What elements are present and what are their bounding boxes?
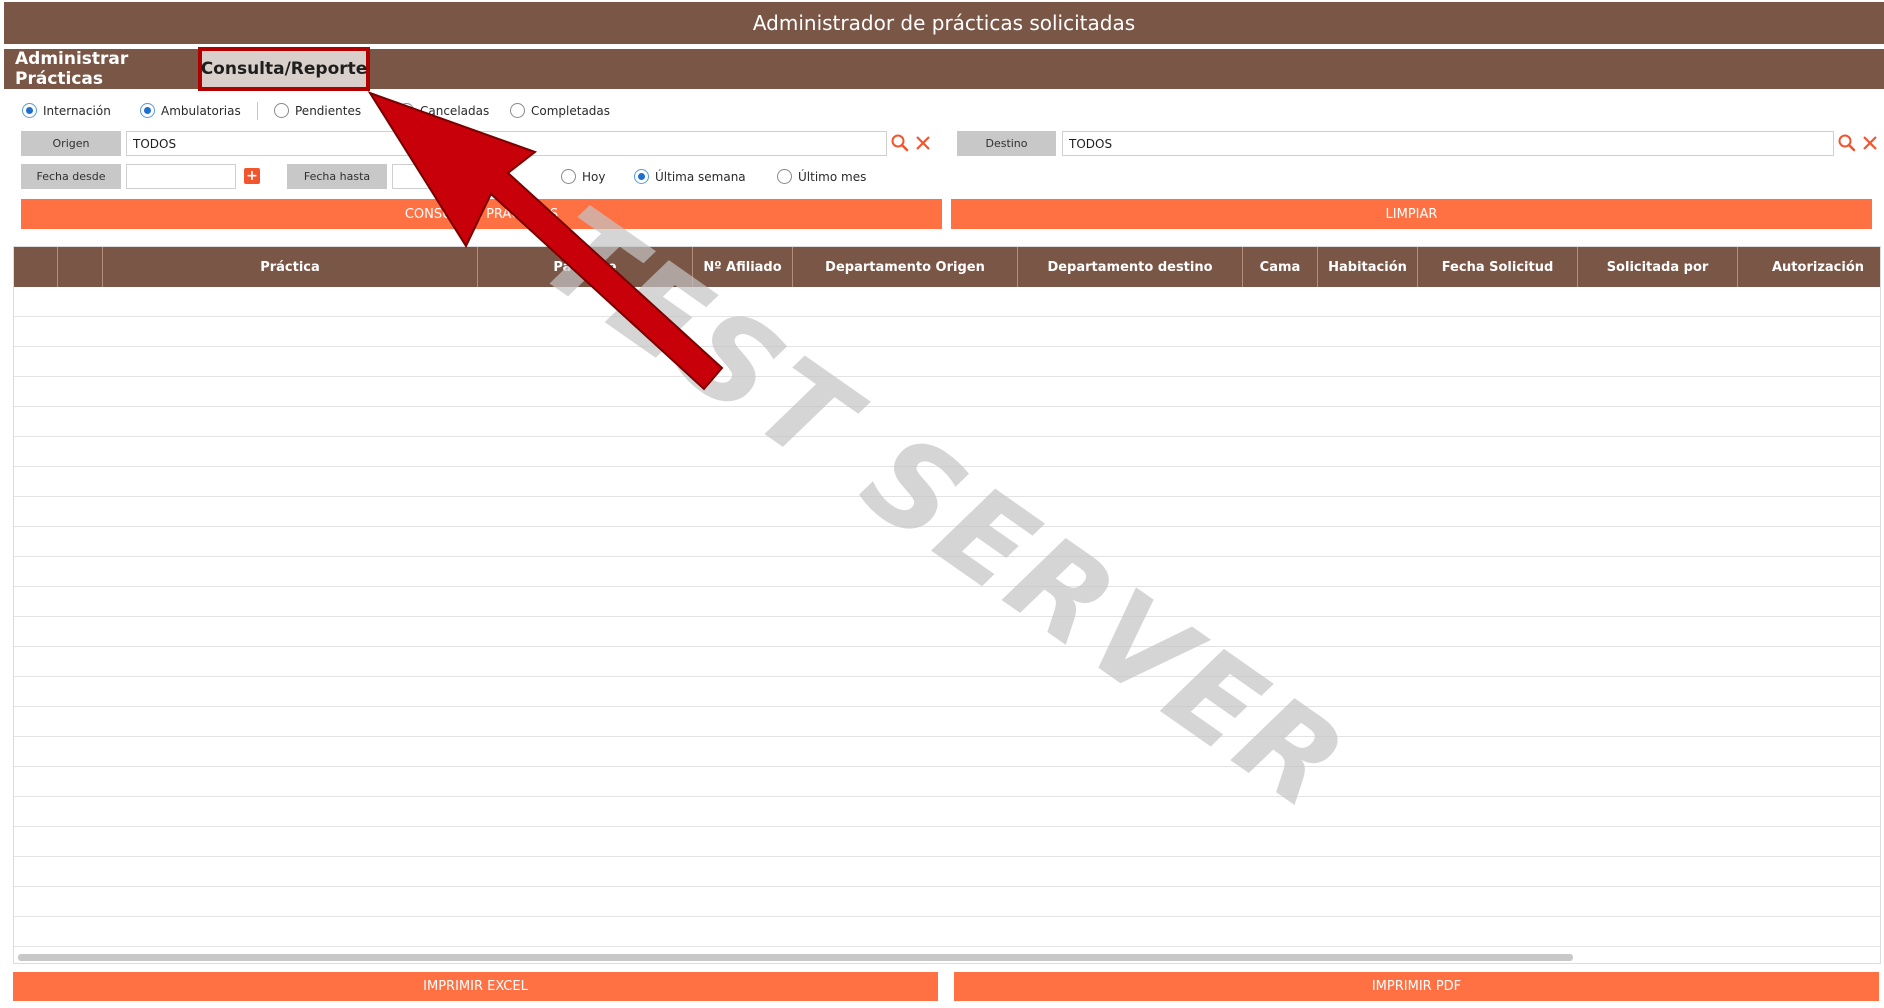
column-header-habitacion[interactable]: Habitación	[1318, 247, 1418, 287]
destino-clear-icon[interactable]	[1861, 134, 1879, 152]
column-header-autorizacion[interactable]: Autorización	[1738, 247, 1880, 287]
table-row[interactable]	[14, 707, 1880, 737]
table-row[interactable]	[14, 287, 1880, 317]
fecha-desde-label: Fecha desde	[21, 164, 121, 189]
column-header-blank-1[interactable]	[14, 247, 58, 287]
table-row[interactable]	[14, 797, 1880, 827]
tab-consulta-reporte[interactable]: Consulta/Reporte	[198, 47, 370, 91]
radio-indicator	[399, 103, 414, 118]
table-row[interactable]	[14, 467, 1880, 497]
column-header-departamento-origen[interactable]: Departamento Origen	[793, 247, 1018, 287]
origen-clear-icon[interactable]	[914, 134, 932, 152]
fecha-desde-field[interactable]	[126, 164, 236, 189]
radio-hoy[interactable]: Hoy	[561, 169, 605, 184]
destino-search-icon[interactable]	[1837, 133, 1857, 153]
table-row[interactable]	[14, 347, 1880, 377]
radio-label: Hoy	[582, 169, 606, 184]
table-row[interactable]	[14, 317, 1880, 347]
radio-internacion[interactable]: Internación	[22, 103, 111, 118]
divider	[257, 102, 258, 120]
origen-field[interactable]: TODOS	[126, 131, 887, 156]
destino-field[interactable]: TODOS	[1062, 131, 1834, 156]
origen-label: Origen	[21, 131, 121, 156]
column-header-blank-2[interactable]	[58, 247, 103, 287]
page-title: Administrador de prácticas solicitadas	[4, 2, 1884, 44]
table-row[interactable]	[14, 767, 1880, 797]
table-row[interactable]	[14, 587, 1880, 617]
radio-indicator	[510, 103, 525, 118]
practicas-table: Práctica Paciente Nº Afiliado Departamen…	[13, 246, 1881, 964]
radio-completadas[interactable]: Completadas	[510, 103, 610, 118]
table-row[interactable]	[14, 617, 1880, 647]
radio-label: Internación	[43, 103, 111, 118]
app-window: Administrador de prácticas solicitadas A…	[0, 0, 1884, 1008]
table-row[interactable]	[14, 647, 1880, 677]
imprimir-pdf-button[interactable]: IMPRIMIR PDF	[954, 972, 1879, 1001]
radio-canceladas[interactable]: Canceladas	[399, 103, 489, 118]
radio-pendientes[interactable]: Pendientes	[274, 103, 361, 118]
table-header: Práctica Paciente Nº Afiliado Departamen…	[14, 247, 1880, 287]
table-row[interactable]	[14, 497, 1880, 527]
table-row[interactable]	[14, 527, 1880, 557]
radio-ultimo-mes[interactable]: Último mes	[777, 169, 866, 184]
column-header-paciente[interactable]: Paciente	[478, 247, 693, 287]
radio-label: Última semana	[655, 169, 746, 184]
tab-administrar-practicas[interactable]: Administrar Prácticas	[4, 49, 196, 89]
column-header-fecha-solicitud[interactable]: Fecha Solicitud	[1418, 247, 1578, 287]
table-row[interactable]	[14, 407, 1880, 437]
filter-panel: Internación Ambulatorias Pendientes Canc…	[12, 96, 1884, 238]
table-row[interactable]	[14, 887, 1880, 917]
horizontal-scrollbar[interactable]	[18, 954, 1573, 961]
table-row[interactable]	[14, 857, 1880, 887]
table-row[interactable]	[14, 377, 1880, 407]
radio-indicator	[140, 103, 155, 118]
destino-label: Destino	[957, 131, 1056, 156]
radio-ambulatorias[interactable]: Ambulatorias	[140, 103, 241, 118]
table-row[interactable]	[14, 917, 1880, 947]
column-header-cama[interactable]: Cama	[1243, 247, 1318, 287]
radio-label: Ambulatorias	[161, 103, 241, 118]
radio-label: Canceladas	[420, 103, 490, 118]
table-row[interactable]	[14, 827, 1880, 857]
table-body	[14, 287, 1880, 947]
imprimir-excel-button[interactable]: IMPRIMIR EXCEL	[13, 972, 938, 1001]
column-header-departamento-destino[interactable]: Departamento destino	[1018, 247, 1243, 287]
radio-indicator	[777, 169, 792, 184]
limpiar-button[interactable]: LIMPIAR	[951, 199, 1872, 229]
table-row[interactable]	[14, 677, 1880, 707]
table-row[interactable]	[14, 437, 1880, 467]
radio-ultima-semana[interactable]: Última semana	[634, 169, 746, 184]
origen-search-icon[interactable]	[890, 133, 910, 153]
consultar-button[interactable]: CONSULTAR PRÁCTICAS	[21, 199, 942, 229]
radio-label: Último mes	[798, 169, 867, 184]
fecha-desde-add-icon[interactable]: +	[244, 168, 260, 184]
tab-bar: Administrar Prácticas Consulta/Reporte	[4, 47, 1884, 91]
column-header-practica[interactable]: Práctica	[103, 247, 478, 287]
table-row[interactable]	[14, 737, 1880, 767]
radio-indicator	[22, 103, 37, 118]
column-header-solicitada-por[interactable]: Solicitada por	[1578, 247, 1738, 287]
radio-label: Pendientes	[295, 103, 362, 118]
radio-indicator	[561, 169, 576, 184]
fecha-hasta-field[interactable]	[392, 164, 502, 189]
radio-indicator	[274, 103, 289, 118]
fecha-hasta-label: Fecha hasta	[287, 164, 387, 189]
radio-indicator	[634, 169, 649, 184]
radio-label: Completadas	[531, 103, 611, 118]
table-row[interactable]	[14, 557, 1880, 587]
column-header-afiliado[interactable]: Nº Afiliado	[693, 247, 793, 287]
